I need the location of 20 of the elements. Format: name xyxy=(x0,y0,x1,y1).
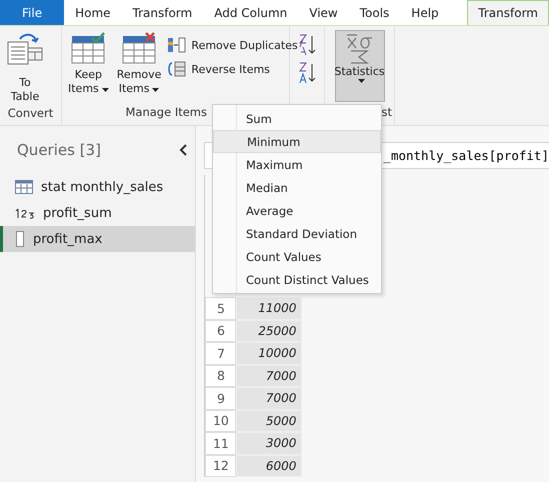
row-number: 12 xyxy=(205,454,236,477)
group-label: Manage Items xyxy=(125,105,207,121)
row-number: 5 xyxy=(205,297,236,320)
table-cell: 11000 xyxy=(236,297,302,320)
table-cell: 7000 xyxy=(236,364,302,387)
group-label: st xyxy=(381,105,392,121)
table-cell: 5000 xyxy=(236,410,302,432)
group-label: Convert xyxy=(8,106,54,122)
row-number: 6 xyxy=(205,320,236,342)
row-number: 7 xyxy=(205,342,236,364)
row-number: 9 xyxy=(205,387,236,410)
table-cell: 25000 xyxy=(236,320,302,342)
table-cell: 7000 xyxy=(236,387,302,410)
table-cell: 10000 xyxy=(236,342,302,364)
row-number: 10 xyxy=(205,410,236,432)
table-cell: 3000 xyxy=(236,432,302,454)
queries-title: Queries [3] xyxy=(17,141,101,159)
table-cell: 6000 xyxy=(236,454,302,477)
row-number: 8 xyxy=(205,364,236,387)
row-number: 11 xyxy=(205,432,236,454)
